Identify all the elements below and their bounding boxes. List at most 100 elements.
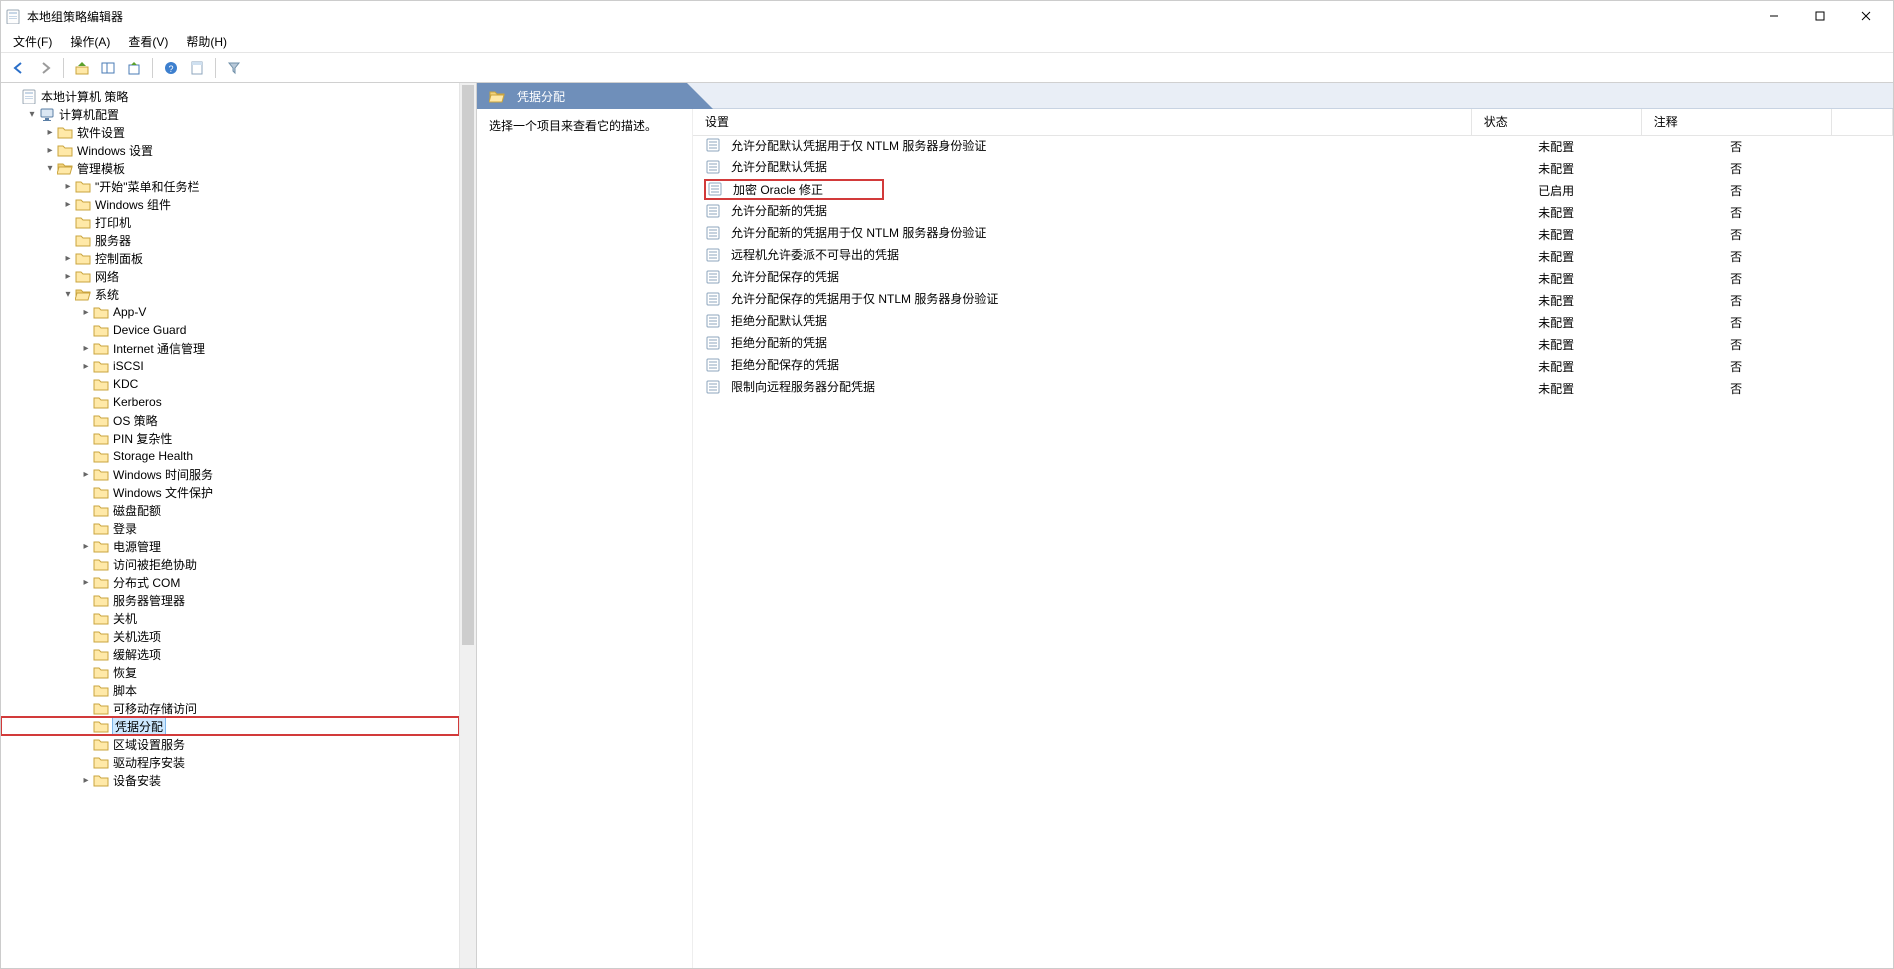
- policy-row[interactable]: 拒绝分配默认凭据未配置否: [693, 311, 1893, 333]
- expand-toggle[interactable]: ▸: [79, 775, 93, 786]
- policy-name: 拒绝分配保存的凭据: [731, 356, 839, 373]
- tree-mitigation-options[interactable]: •缓解选项: [1, 645, 459, 663]
- tree-windows-file-protection[interactable]: •Windows 文件保护: [1, 483, 459, 501]
- expand-toggle[interactable]: ▸: [79, 541, 93, 552]
- menu-help[interactable]: 帮助(H): [186, 33, 227, 50]
- tree-driver-installation[interactable]: •驱动程序安装: [1, 753, 459, 771]
- tree-iscsi[interactable]: ▸iSCSI: [1, 357, 459, 375]
- setting-icon: [705, 269, 721, 285]
- tree-os-policies[interactable]: •OS 策略: [1, 411, 459, 429]
- policy-row[interactable]: 限制向远程服务器分配凭据未配置否: [693, 377, 1893, 399]
- tree-system[interactable]: ▾系统: [1, 285, 459, 303]
- tree-locale-services[interactable]: •区域设置服务: [1, 735, 459, 753]
- folder-icon: [75, 268, 91, 284]
- tree-root-node[interactable]: •本地计算机 策略: [1, 87, 459, 105]
- tree-item-label: 驱动程序安装: [113, 754, 185, 771]
- tree-shutdown[interactable]: •关机: [1, 609, 459, 627]
- tree-kdc[interactable]: •KDC: [1, 375, 459, 393]
- expand-toggle[interactable]: ▸: [79, 577, 93, 588]
- policy-comment: 否: [1641, 311, 1831, 333]
- folder-icon: [93, 610, 109, 626]
- policy-row[interactable]: 允许分配新的凭据未配置否: [693, 201, 1893, 223]
- tree-access-denied[interactable]: •访问被拒绝协助: [1, 555, 459, 573]
- expand-toggle[interactable]: ▸: [61, 181, 75, 192]
- tree-item-label: 服务器管理器: [113, 592, 185, 609]
- tree-server-manager[interactable]: •服务器管理器: [1, 591, 459, 609]
- properties-button[interactable]: [185, 56, 209, 80]
- menu-view[interactable]: 查看(V): [128, 33, 168, 50]
- expand-toggle[interactable]: ▸: [79, 307, 93, 318]
- tree-logon[interactable]: •登录: [1, 519, 459, 537]
- tree-power-mgmt[interactable]: ▸电源管理: [1, 537, 459, 555]
- filter-button[interactable]: [222, 56, 246, 80]
- tree-computer-config[interactable]: ▾计算机配置: [1, 105, 459, 123]
- tree-device-installation[interactable]: ▸设备安装: [1, 771, 459, 789]
- tree-internet-comm[interactable]: ▸Internet 通信管理: [1, 339, 459, 357]
- tree-credential-delegation[interactable]: •凭据分配: [1, 717, 459, 735]
- tree-item-label: App-V: [113, 305, 146, 319]
- expand-toggle[interactable]: ▸: [61, 199, 75, 210]
- collapse-toggle[interactable]: ▾: [61, 289, 75, 300]
- tree-pin-complexity[interactable]: •PIN 复杂性: [1, 429, 459, 447]
- policy-row[interactable]: 拒绝分配新的凭据未配置否: [693, 333, 1893, 355]
- tree-admin-templates[interactable]: ▾管理模板: [1, 159, 459, 177]
- expand-toggle[interactable]: ▸: [43, 145, 57, 156]
- tree-windows-components[interactable]: ▸Windows 组件: [1, 195, 459, 213]
- tree-storage-health[interactable]: •Storage Health: [1, 447, 459, 465]
- expand-toggle[interactable]: ▸: [79, 469, 93, 480]
- policy-row[interactable]: 允许分配默认凭据未配置否: [693, 157, 1893, 179]
- tree-recovery[interactable]: •恢复: [1, 663, 459, 681]
- policy-row[interactable]: 允许分配保存的凭据用于仅 NTLM 服务器身份验证未配置否: [693, 289, 1893, 311]
- tree-network[interactable]: ▸网络: [1, 267, 459, 285]
- policy-row[interactable]: 允许分配默认凭据用于仅 NTLM 服务器身份验证未配置否: [693, 135, 1893, 157]
- policy-row[interactable]: 加密 Oracle 修正已启用否: [693, 179, 1893, 201]
- column-header-comment[interactable]: 注释: [1641, 109, 1831, 135]
- tree-software-settings[interactable]: ▸软件设置: [1, 123, 459, 141]
- tree-control-panel[interactable]: ▸控制面板: [1, 249, 459, 267]
- column-header-setting[interactable]: 设置: [693, 109, 1471, 135]
- policy-row[interactable]: 允许分配保存的凭据未配置否: [693, 267, 1893, 289]
- up-button[interactable]: [70, 56, 94, 80]
- back-button[interactable]: [7, 56, 31, 80]
- menu-action[interactable]: 操作(A): [70, 33, 110, 50]
- toolbar: [1, 53, 1893, 83]
- tree-kerberos[interactable]: •Kerberos: [1, 393, 459, 411]
- tree-scrollbar[interactable]: [459, 83, 476, 968]
- tree-shutdown-options[interactable]: •关机选项: [1, 627, 459, 645]
- policy-comment: 否: [1641, 333, 1831, 355]
- collapse-toggle[interactable]: ▾: [43, 163, 57, 174]
- expand-toggle[interactable]: ▸: [61, 253, 75, 264]
- export-list-button[interactable]: [122, 56, 146, 80]
- tree-printers[interactable]: •打印机: [1, 213, 459, 231]
- menu-file[interactable]: 文件(F): [13, 33, 52, 50]
- tree-windows-time[interactable]: ▸Windows 时间服务: [1, 465, 459, 483]
- tree-servers[interactable]: •服务器: [1, 231, 459, 249]
- tree-item-label: 凭据分配: [113, 718, 165, 735]
- tree-removable-storage[interactable]: •可移动存储访问: [1, 699, 459, 717]
- collapse-toggle[interactable]: ▾: [25, 109, 39, 120]
- setting-icon: [705, 313, 721, 329]
- policy-row[interactable]: 拒绝分配保存的凭据未配置否: [693, 355, 1893, 377]
- tree-windows-settings[interactable]: ▸Windows 设置: [1, 141, 459, 159]
- help-button[interactable]: [159, 56, 183, 80]
- column-header-status[interactable]: 状态: [1471, 109, 1641, 135]
- minimize-button[interactable]: [1751, 1, 1797, 31]
- folder-icon: [93, 412, 109, 428]
- policy-row[interactable]: 允许分配新的凭据用于仅 NTLM 服务器身份验证未配置否: [693, 223, 1893, 245]
- tree-scroll-area[interactable]: •本地计算机 策略▾计算机配置▸软件设置▸Windows 设置▾管理模板▸"开始…: [1, 83, 459, 968]
- maximize-button[interactable]: [1797, 1, 1843, 31]
- expand-toggle[interactable]: ▸: [43, 127, 57, 138]
- tree-scripts[interactable]: •脚本: [1, 681, 459, 699]
- expand-toggle[interactable]: ▸: [79, 361, 93, 372]
- close-button[interactable]: [1843, 1, 1889, 31]
- tree-start-menu[interactable]: ▸"开始"菜单和任务栏: [1, 177, 459, 195]
- policy-row[interactable]: 远程机允许委派不可导出的凭据未配置否: [693, 245, 1893, 267]
- forward-button[interactable]: [33, 56, 57, 80]
- expand-toggle[interactable]: ▸: [79, 343, 93, 354]
- tree-dcom[interactable]: ▸分布式 COM: [1, 573, 459, 591]
- tree-appv[interactable]: ▸ App-V: [1, 303, 459, 321]
- expand-toggle[interactable]: ▸: [61, 271, 75, 282]
- tree-disk-quotas[interactable]: •磁盘配额: [1, 501, 459, 519]
- tree-device-guard[interactable]: •Device Guard: [1, 321, 459, 339]
- show-hide-tree-button[interactable]: [96, 56, 120, 80]
